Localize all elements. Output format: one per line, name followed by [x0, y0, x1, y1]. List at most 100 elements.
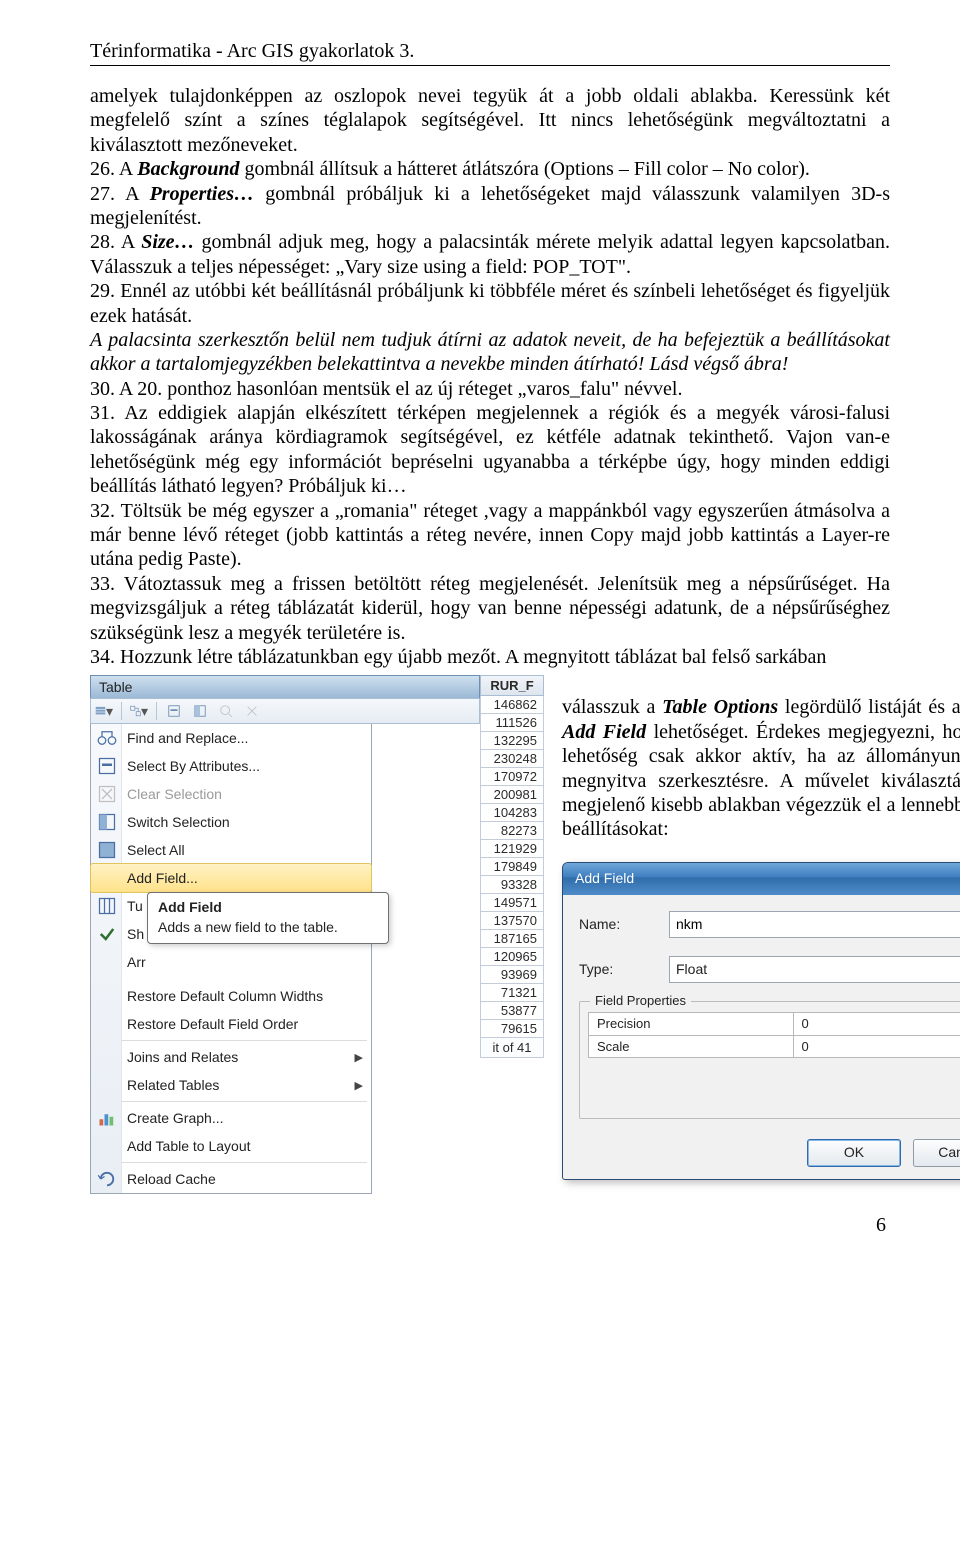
para-intro: amelyek tulajdonképpen az oszlopok nevei… — [90, 84, 890, 157]
table-window-title: Table — [90, 675, 480, 698]
table-cell[interactable]: 71321 — [480, 984, 544, 1002]
txt: Background — [137, 158, 239, 180]
menu-label: Clear Selection — [127, 786, 363, 802]
submenu-arrow-icon: ▶ — [355, 1079, 363, 1092]
menu-restore-col-widths[interactable]: Restore Default Column Widths — [91, 982, 371, 1010]
check-icon — [97, 925, 117, 943]
menu-related-tables[interactable]: Related Tables ▶ — [91, 1071, 371, 1099]
txt: 26. A — [90, 158, 137, 180]
clear-selection-icon — [97, 785, 117, 803]
para-30: 30. A 20. ponthoz hasonlóan mentsük el a… — [90, 377, 890, 401]
menu-joins-relates[interactable]: Joins and Relates ▶ — [91, 1043, 371, 1071]
txt: gombnál adjuk meg, hogy a palacsinták mé… — [90, 231, 890, 277]
para-26: 26. A Background gombnál állítsuk a hátt… — [90, 157, 890, 181]
switch-selection-icon[interactable] — [191, 702, 209, 720]
blank-icon — [97, 1015, 117, 1033]
table-cell[interactable]: 132295 — [480, 732, 544, 750]
select-all-icon — [97, 841, 117, 859]
table-cell[interactable]: 146862 — [480, 696, 544, 714]
name-label: Name: — [579, 916, 669, 933]
table-toolbar: ▾ ▾ — [90, 698, 480, 724]
reload-icon — [97, 1170, 117, 1188]
txt: Table Options — [662, 696, 778, 718]
table-cell[interactable]: 104283 — [480, 804, 544, 822]
prop-value[interactable]: 0 — [793, 1035, 960, 1058]
fields-icon — [97, 897, 117, 915]
column-header[interactable]: RUR_F — [480, 675, 544, 696]
para-note: A palacsinta szerkesztőn belül nem tudju… — [90, 328, 890, 377]
para-34-cont: válasszuk a Table Options legördülő list… — [562, 695, 960, 841]
zoom-selected-icon[interactable] — [217, 702, 235, 720]
menu-switch-selection[interactable]: Switch Selection — [91, 808, 371, 836]
table-cell[interactable]: 111526 — [480, 714, 544, 732]
menu-add-field[interactable]: Add Field... — [90, 863, 372, 893]
table-cell[interactable]: 79615 — [480, 1020, 544, 1038]
table-options-icon[interactable]: ▾ — [95, 702, 113, 720]
txt: Size… — [141, 231, 194, 253]
menu-label: Add Field... — [127, 870, 363, 886]
dialog-title: Add Field — [575, 870, 634, 887]
table-row[interactable]: Precision 0 — [589, 1012, 960, 1035]
para-33: 33. Vátoztassuk meg a frissen betöltött … — [90, 572, 890, 645]
txt: legördülő listáját és abban az — [778, 696, 960, 718]
para-34: 34. Hozzunk létre táblázatunkban egy úja… — [90, 645, 890, 669]
select-by-attr-icon[interactable] — [165, 702, 183, 720]
blank-icon — [97, 1137, 117, 1155]
name-input[interactable] — [669, 911, 960, 938]
blank-icon — [97, 987, 117, 1005]
prop-value[interactable]: 0 — [793, 1012, 960, 1035]
menu-find-replace[interactable]: Find and Replace... — [91, 724, 371, 752]
type-value: Float — [676, 961, 707, 978]
table-cell[interactable]: 200981 — [480, 786, 544, 804]
page-number: 6 — [90, 1214, 890, 1237]
table-cell[interactable]: 170972 — [480, 768, 544, 786]
menu-label: Create Graph... — [127, 1110, 363, 1126]
graph-icon — [97, 1109, 117, 1127]
table-cell[interactable]: 120965 — [480, 948, 544, 966]
table-cell[interactable]: 230248 — [480, 750, 544, 768]
table-options-menu: Find and Replace... Select By Attributes… — [90, 724, 372, 1194]
txt: válasszuk a — [562, 696, 662, 718]
menu-reload-cache[interactable]: Reload Cache — [91, 1165, 371, 1193]
clear-selection-icon[interactable] — [243, 702, 261, 720]
add-field-dialog: Add Field Name: Type: Float ▾ — [562, 862, 960, 1180]
related-tables-icon[interactable]: ▾ — [130, 702, 148, 720]
menu-label: Reload Cache — [127, 1171, 363, 1187]
document-body: amelyek tulajdonképpen az oszlopok nevei… — [90, 84, 890, 669]
tooltip-body: Adds a new field to the table. — [158, 919, 378, 935]
ok-button[interactable]: OK — [807, 1139, 901, 1166]
table-cell[interactable]: 149571 — [480, 894, 544, 912]
txt: 27. A — [90, 183, 150, 205]
table-cell[interactable]: 53877 — [480, 1002, 544, 1020]
type-label: Type: — [579, 961, 669, 978]
menu-create-graph[interactable]: Create Graph... — [91, 1104, 371, 1132]
para-31: 31. Az eddigiek alapján elkészített térk… — [90, 401, 890, 499]
table-cell[interactable]: 93969 — [480, 966, 544, 984]
table-cell[interactable]: 179849 — [480, 858, 544, 876]
add-field-tooltip: Add Field Adds a new field to the table. — [147, 892, 389, 944]
menu-restore-field-order[interactable]: Restore Default Field Order — [91, 1010, 371, 1038]
table-cell[interactable]: 82273 — [480, 822, 544, 840]
switch-selection-icon — [97, 813, 117, 831]
table-cell[interactable]: 137570 — [480, 912, 544, 930]
menu-label: Switch Selection — [127, 814, 363, 830]
dialog-titlebar[interactable]: Add Field — [563, 863, 960, 895]
field-props-table[interactable]: Precision 0 Scale 0 — [588, 1012, 960, 1059]
cancel-button[interactable]: Cancel — [913, 1139, 960, 1166]
table-row[interactable]: Scale 0 — [589, 1035, 960, 1058]
menu-add-table-layout[interactable]: Add Table to Layout — [91, 1132, 371, 1160]
table-cell[interactable]: 187165 — [480, 930, 544, 948]
table-cell[interactable]: 121929 — [480, 840, 544, 858]
menu-arrange[interactable]: Arr — [91, 948, 371, 976]
menu-label: Add Table to Layout — [127, 1138, 363, 1154]
page-header: Térinformatika - Arc GIS gyakorlatok 3. — [90, 40, 890, 63]
table-cell[interactable]: 93328 — [480, 876, 544, 894]
tooltip-title: Add Field — [158, 899, 378, 915]
menu-clear-selection: Clear Selection — [91, 780, 371, 808]
para-27: 27. A Properties… gombnál próbáljuk ki a… — [90, 182, 890, 231]
table-screenshot: Table ▾ ▾ Find and Replace... — [90, 675, 544, 1194]
menu-select-by-attributes[interactable]: Select By Attributes... — [91, 752, 371, 780]
select-attr-icon — [97, 757, 117, 775]
menu-select-all[interactable]: Select All — [91, 836, 371, 864]
type-select[interactable]: Float ▾ — [669, 956, 960, 983]
